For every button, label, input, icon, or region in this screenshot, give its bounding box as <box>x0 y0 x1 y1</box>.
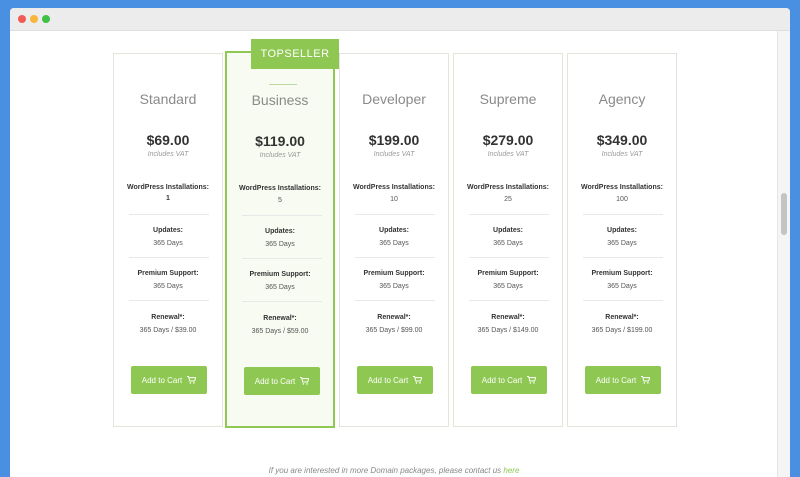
divider <box>469 257 549 258</box>
feature-support: Premium Support: 365 Days <box>363 270 425 290</box>
plan-name: Business <box>251 92 309 108</box>
add-to-cart-button[interactable]: Add to Cart <box>131 366 207 394</box>
feature-updates: Updates: 365 Days <box>493 227 523 247</box>
add-to-cart-button[interactable]: Add to Cart <box>471 366 547 394</box>
topseller-badge: TOPSELLER <box>251 39 339 69</box>
contact-link[interactable]: here <box>503 466 519 475</box>
plan-vat-note: Includes VAT <box>373 151 415 158</box>
feature-renewal: Renewal*: 365 Days / $149.00 <box>477 314 539 334</box>
feature-installations: WordPress Installations: 25 <box>467 184 549 203</box>
divider <box>583 300 663 301</box>
divider <box>583 214 663 215</box>
feature-renewal: Renewal*: 365 Days / $99.00 <box>365 314 423 334</box>
badge-rule <box>269 84 297 85</box>
feature-support: Premium Support: 365 Days <box>591 270 653 290</box>
plan-card-supreme: Supreme $279.00 Includes VAT WordPress I… <box>453 53 563 427</box>
plan-card-developer: Developer $199.00 Includes VAT WordPress… <box>339 53 449 427</box>
plan-price: $119.00 <box>255 133 305 149</box>
feature-support: Premium Support: 365 Days <box>249 271 311 291</box>
maximize-window-button[interactable] <box>42 15 50 23</box>
plan-price: $69.00 <box>146 132 190 148</box>
feature-renewal: Renewal*: 365 Days / $59.00 <box>251 315 309 335</box>
add-to-cart-button[interactable]: Add to Cart <box>357 366 433 394</box>
feature-support: Premium Support: 365 Days <box>137 270 199 290</box>
feature-support: Premium Support: 365 Days <box>477 270 539 290</box>
cart-icon <box>641 376 651 384</box>
divider <box>242 301 322 302</box>
scrollbar-thumb[interactable] <box>781 193 787 235</box>
cart-icon <box>413 376 423 384</box>
feature-updates: Updates: 365 Days <box>153 227 183 247</box>
plan-card-standard: Standard $69.00 Includes VAT WordPress I… <box>113 53 223 427</box>
cart-icon <box>527 376 537 384</box>
add-to-cart-button[interactable]: Add to Cart <box>244 367 320 395</box>
plan-price: $199.00 <box>368 132 420 148</box>
plan-vat-note: Includes VAT <box>259 152 301 159</box>
divider <box>469 214 549 215</box>
plan-name: Supreme <box>479 91 537 107</box>
browser-window: Standard $69.00 Includes VAT WordPress I… <box>10 8 790 477</box>
plan-vat-note: Includes VAT <box>487 151 529 158</box>
feature-installations: WordPress Installations: 5 <box>239 185 321 204</box>
feature-updates: Updates: 365 Days <box>379 227 409 247</box>
divider <box>129 214 209 215</box>
feature-installations: WordPress Installations: 1 <box>127 184 209 202</box>
feature-renewal: Renewal*: 365 Days / $39.00 <box>139 314 197 334</box>
close-window-button[interactable] <box>18 15 26 23</box>
feature-updates: Updates: 365 Days <box>607 227 637 247</box>
divider <box>129 300 209 301</box>
feature-renewal: Renewal*: 365 Days / $199.00 <box>591 314 653 334</box>
feature-installations: WordPress Installations: 100 <box>581 184 663 203</box>
plan-price: $349.00 <box>596 132 648 148</box>
plan-price: $279.00 <box>482 132 534 148</box>
add-to-cart-button[interactable]: Add to Cart <box>585 366 661 394</box>
divider <box>242 215 322 216</box>
cart-icon <box>300 377 310 385</box>
contact-note: If you are interested in more Domain pac… <box>268 466 520 475</box>
window-titlebar <box>10 8 790 31</box>
plan-card-business: TOPSELLER Business $119.00 Includes VAT … <box>225 39 339 428</box>
divider <box>242 258 322 259</box>
plan-vat-note: Includes VAT <box>601 151 643 158</box>
divider <box>355 214 435 215</box>
divider <box>355 300 435 301</box>
vertical-scrollbar[interactable] <box>777 31 790 477</box>
plan-name: Developer <box>362 91 426 107</box>
plan-vat-note: Includes VAT <box>147 151 189 158</box>
plan-name: Standard <box>139 91 197 107</box>
minimize-window-button[interactable] <box>30 15 38 23</box>
plan-card-agency: Agency $349.00 Includes VAT WordPress In… <box>567 53 677 427</box>
page-content: Standard $69.00 Includes VAT WordPress I… <box>10 31 790 477</box>
pricing-table: Standard $69.00 Includes VAT WordPress I… <box>113 39 679 430</box>
divider <box>583 257 663 258</box>
plan-name: Agency <box>598 91 646 107</box>
feature-installations: WordPress Installations: 10 <box>353 184 435 203</box>
feature-updates: Updates: 365 Days <box>265 228 295 248</box>
cart-icon <box>187 376 197 384</box>
divider <box>355 257 435 258</box>
divider <box>129 257 209 258</box>
divider <box>469 300 549 301</box>
